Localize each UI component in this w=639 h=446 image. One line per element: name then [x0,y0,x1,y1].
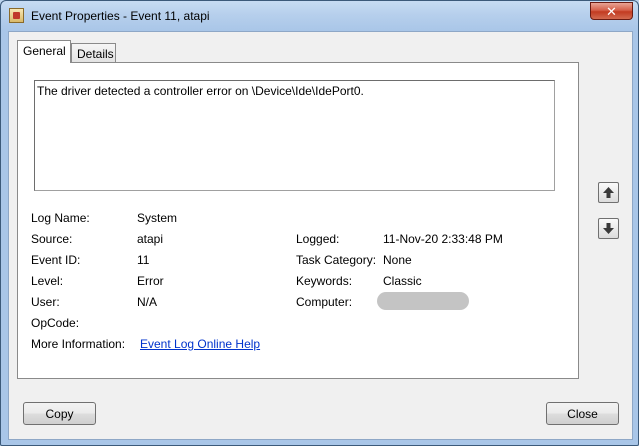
log-name-label: Log Name: [31,211,90,225]
level-label: Level: [31,274,64,288]
opcode-label: OpCode: [31,316,80,330]
keywords-label: Keywords: [296,274,353,288]
tab-details[interactable]: Details [71,43,116,63]
source-label: Source: [31,232,73,246]
close-button[interactable]: Close [546,402,619,425]
next-event-button[interactable] [598,218,619,239]
logged-label: Logged: [296,232,340,246]
copy-button[interactable]: Copy [23,402,96,425]
user-value[interactable]: N/A [137,295,157,309]
event-viewer-icon [9,8,24,23]
computer-value-redacted [377,292,469,310]
log-name-value[interactable]: System [137,211,177,225]
level-value[interactable]: Error [137,274,164,288]
title-bar[interactable]: Event Properties - Event 11, atapi ✕ [1,1,638,31]
event-log-online-help-link[interactable]: Event Log Online Help [140,337,260,351]
logged-value[interactable]: 11-Nov-20 2:33:48 PM [383,232,503,246]
arrow-down-icon [603,223,614,234]
user-label: User: [31,295,60,309]
previous-event-button[interactable] [598,182,619,203]
dialog-body: General Details The driver detected a co… [8,31,633,440]
event-id-label: Event ID: [31,253,81,267]
more-information-label: More Information: [31,337,126,351]
window-close-button[interactable]: ✕ [590,2,633,20]
arrow-up-icon [603,187,614,198]
task-category-label: Task Category: [296,253,377,267]
keywords-value[interactable]: Classic [383,274,422,288]
event-properties-window: Event Properties - Event 11, atapi ✕ Gen… [0,0,639,446]
event-id-value[interactable]: 11 [137,253,149,267]
general-tab-panel: The driver detected a controller error o… [17,62,579,379]
window-title: Event Properties - Event 11, atapi [31,9,210,23]
computer-label: Computer: [296,295,353,309]
task-category-value[interactable]: None [383,253,412,267]
source-value[interactable]: atapi [137,232,163,246]
event-description[interactable]: The driver detected a controller error o… [34,80,555,191]
tab-general[interactable]: General [17,40,71,63]
